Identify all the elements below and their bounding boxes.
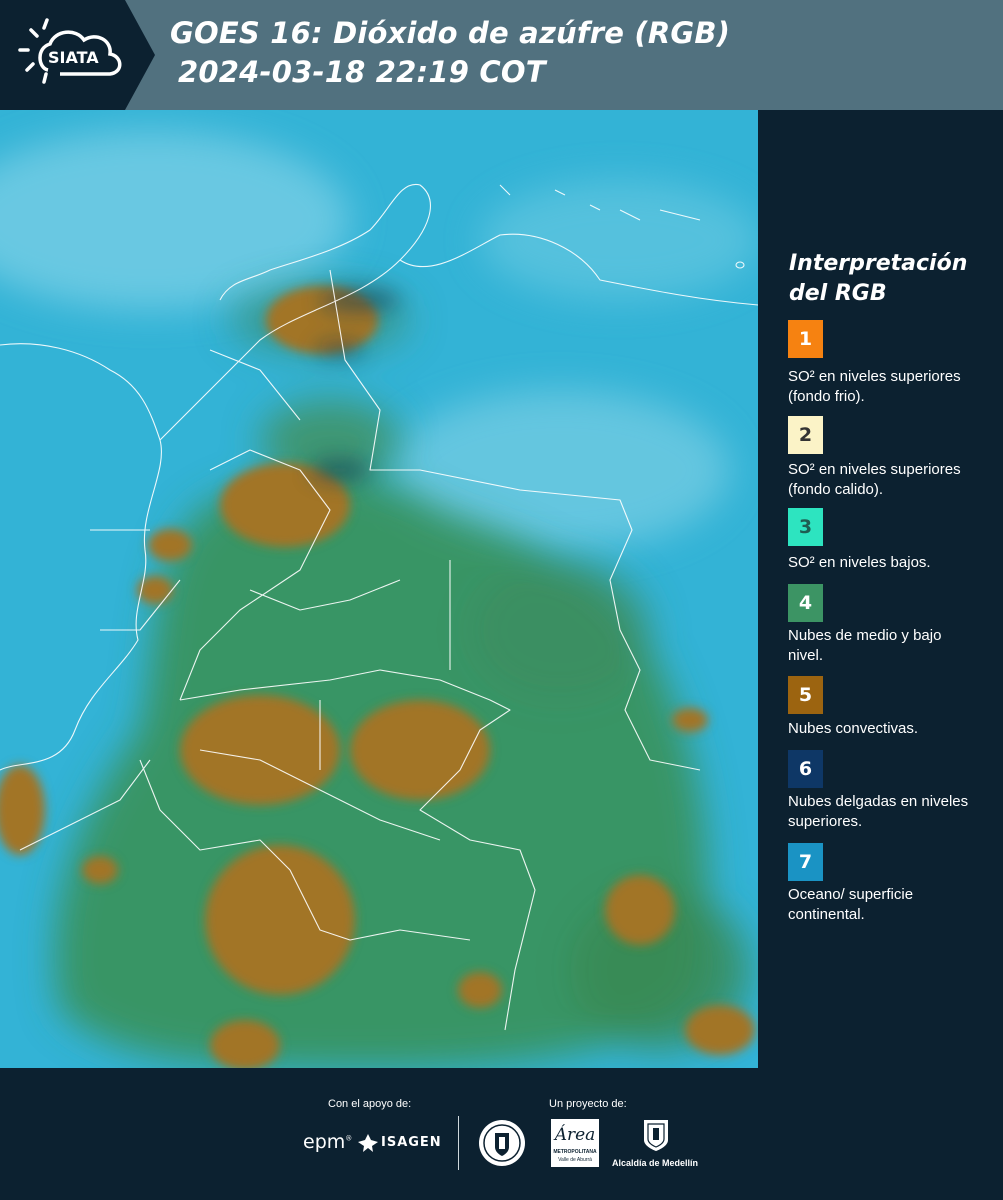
alcaldia-logo: Alcaldía de Medellín <box>612 1158 699 1168</box>
legend-text-4: Nubes de medio y bajo nivel. <box>788 627 942 664</box>
legend-text-7: Oceano/ superficie continental. <box>788 886 914 923</box>
siata-logo: SIATA <box>0 0 155 110</box>
legend-text-3: SO² en niveles bajos. <box>788 554 931 571</box>
header-bar: SIATA GOES 16: Dióxido de azúfre (RGB) 2… <box>0 0 1003 110</box>
legend-panel: Interpretación del RGB 1 SO² en niveles … <box>758 110 1003 1068</box>
legend-text-6: Nubes delgadas en niveles superiores. <box>788 793 969 830</box>
support-label: Con el apoyo de: <box>328 1098 412 1110</box>
legend-text-2: SO² en niveles superiores (fondo calido)… <box>788 461 961 498</box>
legend-title: Interpretación del RGB <box>789 251 968 306</box>
legend-swatch-4: 4 <box>788 584 823 622</box>
isagen-logo: ISAGEN <box>381 1135 442 1150</box>
legend-text-1: SO² en niveles superiores (fondo frio). <box>788 368 961 405</box>
epm-logo: epm® <box>303 1131 353 1153</box>
isagen-icon <box>358 1134 378 1157</box>
siata-logo-text: SIATA <box>48 48 99 67</box>
timestamp: 2024-03-18 22:19 COT <box>178 55 546 89</box>
legend-swatch-3: 3 <box>788 508 823 546</box>
project-label: Un proyecto de: <box>549 1098 627 1110</box>
area-metropolitana-logo: Área METROPOLITANA Valle de Aburrá <box>551 1119 599 1167</box>
medellin-seal-icon <box>478 1117 526 1174</box>
footer-divider <box>458 1116 459 1170</box>
legend-swatch-5: 5 <box>788 676 823 714</box>
legend-swatch-2: 2 <box>788 416 823 454</box>
footer: Con el apoyo de: Un proyecto de: epm® IS… <box>0 1068 1003 1200</box>
legend-swatch-7: 7 <box>788 843 823 881</box>
alcaldia-shield-icon <box>642 1118 670 1157</box>
legend-swatch-1: 1 <box>788 320 823 358</box>
legend-swatch-6: 6 <box>788 750 823 788</box>
page-title: GOES 16: Dióxido de azúfre (RGB) <box>170 16 731 50</box>
legend-text-5: Nubes convectivas. <box>788 720 919 737</box>
satellite-map[interactable] <box>0 110 758 1068</box>
